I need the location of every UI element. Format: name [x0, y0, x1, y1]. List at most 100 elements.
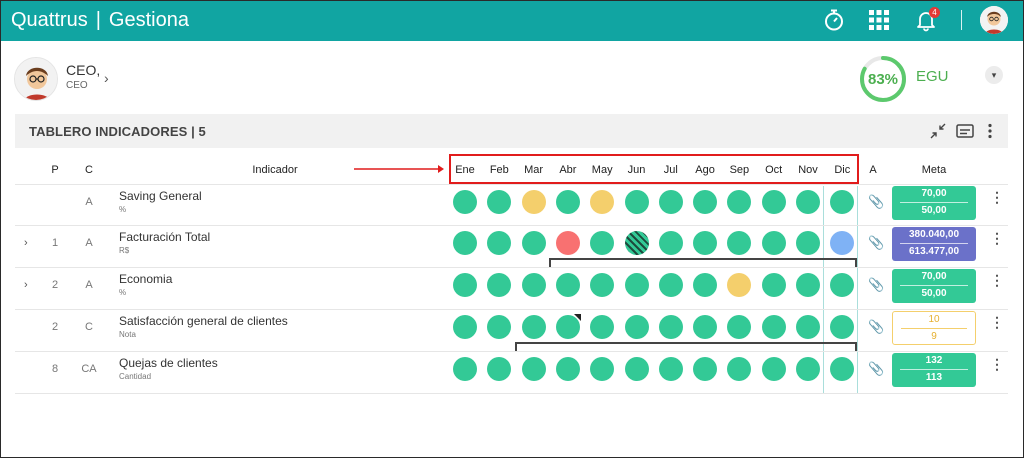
month-status-dot[interactable] — [658, 315, 683, 339]
meta-badge[interactable]: 132 113 — [892, 353, 976, 387]
month-status-dot[interactable] — [796, 357, 820, 381]
month-status-dot[interactable] — [590, 231, 615, 255]
col-header-month[interactable]: Jun — [623, 164, 651, 176]
month-status-dot[interactable] — [590, 315, 615, 339]
caption-icon[interactable] — [955, 121, 975, 141]
paperclip-icon[interactable]: 📎 — [868, 194, 884, 210]
month-status-dot[interactable] — [796, 231, 820, 255]
month-status-dot[interactable] — [590, 190, 615, 214]
month-status-dot[interactable] — [521, 357, 546, 381]
month-status-dot[interactable] — [761, 273, 786, 297]
user-avatar-icon[interactable] — [980, 6, 1008, 34]
month-status-dot[interactable] — [693, 357, 718, 381]
month-status-dot[interactable] — [796, 273, 820, 297]
month-status-dot[interactable] — [521, 315, 546, 339]
month-status-dot[interactable] — [453, 357, 477, 381]
month-status-dot[interactable] — [624, 357, 649, 381]
brand-separator: | — [95, 9, 101, 31]
col-header-month[interactable]: Mar — [520, 164, 548, 176]
col-header-month[interactable]: Dic — [828, 164, 856, 176]
col-header-month[interactable]: Nov — [794, 164, 822, 176]
month-status-dot[interactable] — [453, 315, 477, 339]
arrow-annotation — [354, 165, 444, 173]
month-status-dot[interactable] — [590, 273, 615, 297]
col-header-month[interactable]: Oct — [760, 164, 788, 176]
indicator-name[interactable]: Satisfacción general de clientes — [119, 314, 288, 328]
more-vertical-icon[interactable]: ⋮ — [990, 357, 1004, 371]
month-status-dot[interactable] — [453, 190, 477, 214]
more-vertical-icon[interactable]: ⋮ — [990, 231, 1004, 245]
month-status-dot[interactable] — [521, 190, 546, 214]
expand-row-icon[interactable]: › — [24, 237, 28, 249]
more-vertical-icon[interactable] — [980, 121, 1000, 141]
meta-badge[interactable]: 70,00 50,00 — [892, 269, 976, 303]
month-status-dot[interactable] — [624, 190, 649, 214]
col-header-month[interactable]: Ago — [691, 164, 719, 176]
month-status-dot[interactable] — [453, 273, 477, 297]
stopwatch-icon[interactable] — [820, 6, 848, 34]
col-header-month[interactable]: Feb — [485, 164, 513, 176]
more-vertical-icon[interactable]: ⋮ — [990, 190, 1004, 204]
col-header-meta[interactable]: Meta — [910, 164, 958, 176]
meta-badge[interactable]: 10 9 — [892, 311, 976, 345]
month-status-dot[interactable] — [693, 231, 718, 255]
month-status-dot[interactable] — [555, 314, 581, 339]
row-divider — [15, 351, 1008, 352]
month-status-dot[interactable] — [693, 190, 718, 214]
indicator-name[interactable]: Economia — [119, 272, 172, 286]
col-header-month[interactable]: Abr — [554, 164, 582, 176]
meta-badge[interactable]: 70,00 50,00 — [892, 186, 976, 220]
paperclip-icon[interactable]: 📎 — [868, 277, 884, 293]
paperclip-icon[interactable]: 📎 — [868, 361, 884, 377]
col-header-c[interactable]: C — [82, 164, 96, 176]
col-header-a[interactable]: A — [867, 164, 879, 176]
month-status-dot[interactable] — [796, 315, 820, 339]
month-status-dot[interactable] — [658, 190, 683, 214]
month-status-dot[interactable] — [658, 357, 683, 381]
compress-icon[interactable] — [928, 121, 948, 141]
month-status-dot[interactable] — [624, 231, 649, 255]
brand-logo[interactable]: Quattrus | Gestiona — [11, 9, 189, 32]
month-status-dot[interactable] — [761, 231, 786, 255]
bell-icon[interactable]: 4 — [912, 6, 940, 34]
indicator-name[interactable]: Saving General — [119, 189, 202, 203]
month-status-dot[interactable] — [555, 190, 580, 214]
chevron-down-icon[interactable]: ▾ — [985, 66, 1003, 84]
month-status-dot[interactable] — [796, 190, 820, 214]
month-status-dot[interactable] — [658, 273, 683, 297]
meta-badge[interactable]: 380.040,00 613.477,00 — [892, 227, 976, 261]
month-status-dot[interactable] — [590, 357, 615, 381]
profile-avatar[interactable] — [14, 57, 58, 101]
apps-grid-icon[interactable] — [865, 6, 893, 34]
month-status-dot[interactable] — [555, 357, 580, 381]
month-status-dot[interactable] — [555, 231, 580, 255]
month-status-dot[interactable] — [453, 231, 477, 255]
month-status-dot[interactable] — [624, 273, 649, 297]
month-status-dot[interactable] — [761, 190, 786, 214]
month-status-dot[interactable] — [521, 273, 546, 297]
more-vertical-icon[interactable]: ⋮ — [990, 315, 1004, 329]
col-header-indicador[interactable]: Indicador — [220, 164, 330, 176]
month-status-dot[interactable] — [521, 231, 546, 255]
more-vertical-icon[interactable]: ⋮ — [990, 273, 1004, 287]
month-status-dot[interactable] — [658, 231, 683, 255]
profile-name[interactable]: CEO, — [66, 62, 100, 78]
row-p-value: 1 — [51, 237, 59, 249]
indicator-name[interactable]: Facturación Total — [119, 230, 210, 244]
chevron-right-icon[interactable]: › — [104, 70, 109, 86]
expand-row-icon[interactable]: › — [24, 279, 28, 291]
indicator-name[interactable]: Quejas de clientes — [119, 356, 218, 370]
col-header-month[interactable]: Ene — [451, 164, 479, 176]
paperclip-icon[interactable]: 📎 — [868, 235, 884, 251]
col-header-p[interactable]: P — [48, 164, 62, 176]
month-status-dot[interactable] — [555, 273, 580, 297]
col-header-month[interactable]: Sep — [725, 164, 753, 176]
month-status-dot[interactable] — [761, 357, 786, 381]
month-status-dot[interactable] — [693, 315, 718, 339]
month-status-dot[interactable] — [624, 315, 649, 339]
col-header-month[interactable]: May — [588, 164, 616, 176]
paperclip-icon[interactable]: 📎 — [868, 319, 884, 335]
month-status-dot[interactable] — [693, 273, 718, 297]
col-header-month[interactable]: Jul — [657, 164, 685, 176]
month-status-dot[interactable] — [761, 315, 786, 339]
